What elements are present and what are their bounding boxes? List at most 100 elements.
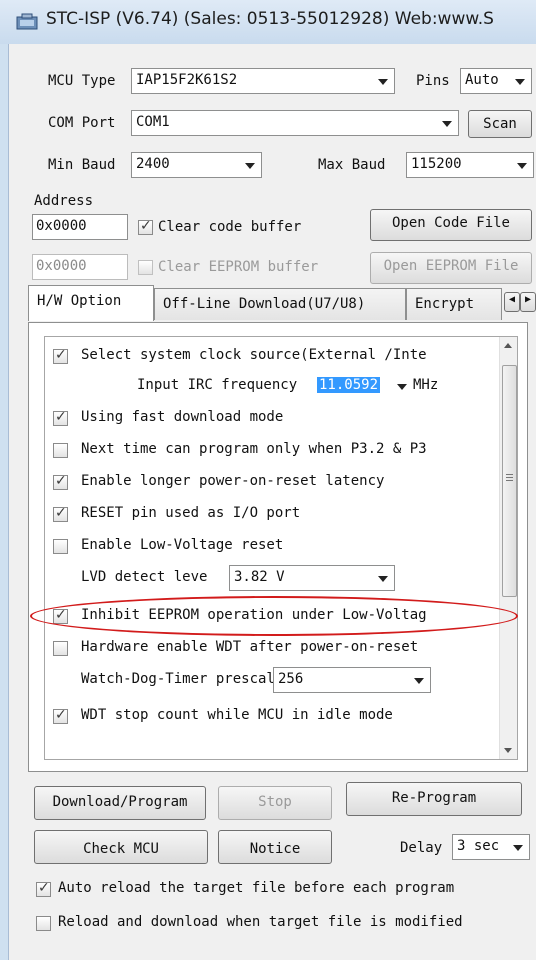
irc-value-input[interactable]: 11.0592 — [317, 377, 381, 393]
option-wdt-prescale: Watch-Dog-Timer prescal 256 — [45, 665, 505, 695]
option-low-voltage[interactable]: Enable Low-Voltage reset — [45, 531, 505, 561]
open-code-file-button[interactable]: Open Code File — [370, 209, 532, 241]
scan-button[interactable]: Scan — [468, 110, 532, 138]
title-bar: STC-ISP (V6.74) (Sales: 0513-55012928) W… — [0, 0, 536, 44]
tab-bar: H/W Option Off-Line Download(U7/U8) Encr… — [28, 285, 536, 322]
irc-unit: MHz — [413, 377, 439, 393]
code-address-value: 0x0000 — [36, 218, 87, 234]
code-address-input[interactable]: 0x0000 — [32, 214, 128, 240]
window-title: STC-ISP (V6.74) (Sales: 0513-55012928) W… — [46, 9, 494, 29]
chevron-down-icon — [378, 79, 388, 85]
re-program-label: Re-Program — [391, 790, 477, 806]
reload-download-checkbox[interactable] — [36, 916, 51, 931]
fast-download-label: Using fast download mode — [81, 409, 284, 425]
pins-value: Auto — [465, 72, 499, 88]
tab-scroll-right-icon[interactable]: ▶ — [520, 292, 536, 312]
option-longer-por[interactable]: Enable longer power-on-reset latency — [45, 467, 505, 497]
longer-por-checkbox[interactable] — [53, 473, 68, 490]
notice-label: Notice — [249, 841, 301, 857]
scrollbar-thumb[interactable] — [502, 365, 517, 597]
option-sys-clock[interactable]: Select system clock source(External /Int… — [45, 341, 505, 371]
options-scrollbar[interactable] — [499, 337, 517, 759]
pins-label: Pins — [416, 73, 450, 89]
wdt-stop-label: WDT stop count while MCU in idle mode — [81, 707, 393, 723]
open-eeprom-file-label: Open EEPROM File — [383, 258, 519, 274]
pins-select[interactable]: Auto — [460, 68, 532, 94]
option-lvd-level: LVD detect leve 3.82 V — [45, 563, 505, 593]
app-icon — [16, 13, 38, 30]
check-mcu-button[interactable]: Check MCU — [34, 830, 208, 864]
chevron-down-icon — [378, 576, 388, 582]
min-baud-select[interactable]: 2400 — [131, 152, 262, 178]
address-label: Address — [34, 193, 94, 209]
open-code-file-label: Open Code File — [391, 215, 510, 231]
min-baud-value: 2400 — [136, 156, 170, 172]
scroll-up-icon[interactable] — [504, 343, 512, 348]
mcu-type-select[interactable]: IAP15F2K61S2 — [131, 68, 395, 94]
irc-label: Input IRC frequency — [137, 377, 298, 393]
fast-download-checkbox[interactable] — [53, 409, 68, 426]
option-hw-wdt[interactable]: Hardware enable WDT after power-on-reset — [45, 633, 505, 663]
wdt-value: 256 — [278, 671, 304, 687]
wdt-select[interactable]: 256 — [273, 667, 431, 693]
eeprom-address-input[interactable]: 0x0000 — [32, 254, 128, 280]
tab-hw-option[interactable]: H/W Option — [28, 285, 154, 321]
hw-wdt-label: Hardware enable WDT after power-on-reset — [81, 639, 419, 655]
grip-icon — [506, 474, 513, 475]
com-port-value: COM1 — [136, 114, 170, 130]
chevron-down-icon — [442, 121, 452, 127]
chevron-down-icon — [513, 845, 523, 851]
mcu-type-value: IAP15F2K61S2 — [136, 72, 238, 88]
chevron-down-icon — [414, 678, 424, 684]
notice-button[interactable]: Notice — [218, 830, 332, 864]
open-eeprom-file-button[interactable]: Open EEPROM File — [370, 252, 532, 284]
longer-por-label: Enable longer power-on-reset latency — [81, 473, 385, 489]
sys-clock-checkbox[interactable] — [53, 347, 68, 364]
scan-button-label: Scan — [483, 116, 517, 132]
reset-pin-label: RESET pin used as I/O port — [81, 505, 301, 521]
next-time-checkbox[interactable] — [53, 443, 68, 458]
max-baud-label: Max Baud — [318, 157, 386, 173]
option-reset-pin[interactable]: RESET pin used as I/O port — [45, 499, 505, 529]
option-wdt-stop[interactable]: WDT stop count while MCU in idle mode — [45, 701, 505, 731]
tab-hw-option-label: H/W Option — [37, 293, 122, 309]
check-mcu-label: Check MCU — [83, 841, 159, 857]
lvd-select[interactable]: 3.82 V — [229, 565, 395, 591]
download-program-button[interactable]: Download/Program — [34, 786, 206, 820]
auto-reload-checkbox[interactable] — [36, 880, 51, 897]
delay-select[interactable]: 3 sec — [452, 834, 530, 860]
chevron-down-icon — [517, 163, 527, 169]
low-voltage-label: Enable Low-Voltage reset — [81, 537, 284, 553]
tab-offline-download[interactable]: Off-Line Download(U7/U8) — [154, 288, 406, 320]
chevron-down-icon — [245, 163, 255, 169]
hw-wdt-checkbox[interactable] — [53, 641, 68, 656]
highlight-annotation-oval — [30, 596, 518, 636]
delay-label: Delay — [400, 840, 443, 856]
download-program-label: Download/Program — [52, 794, 188, 810]
scroll-down-icon[interactable] — [504, 748, 512, 753]
reset-pin-checkbox[interactable] — [53, 505, 68, 522]
com-port-select[interactable]: COM1 — [131, 110, 459, 136]
clear-eeprom-buffer-checkbox[interactable] — [138, 260, 153, 275]
wdt-label: Watch-Dog-Timer prescal — [81, 671, 275, 687]
clear-code-buffer-checkbox[interactable] — [138, 218, 153, 235]
chevron-down-icon[interactable] — [397, 384, 407, 390]
re-program-button[interactable]: Re-Program — [346, 782, 522, 816]
tab-scroll-left-icon[interactable]: ◀ — [504, 292, 520, 312]
option-next-time[interactable]: Next time can program only when P3.2 & P… — [45, 435, 505, 465]
chevron-down-icon — [515, 79, 525, 85]
stop-button[interactable]: Stop — [218, 786, 332, 820]
max-baud-select[interactable]: 115200 — [406, 152, 534, 178]
clear-code-buffer-label: Clear code buffer — [158, 219, 302, 235]
hw-options-list[interactable]: Select system clock source(External /Int… — [44, 336, 518, 760]
low-voltage-checkbox[interactable] — [53, 539, 68, 554]
tab-encrypt-label: Encrypt — [415, 296, 475, 312]
max-baud-value: 115200 — [411, 156, 462, 172]
option-irc-frequency: Input IRC frequency 11.0592 MHz — [45, 371, 505, 401]
tab-encrypt[interactable]: Encrypt — [406, 288, 502, 320]
option-fast-download[interactable]: Using fast download mode — [45, 403, 505, 433]
clear-eeprom-buffer-label: Clear EEPROM buffer — [158, 259, 319, 275]
reload-download-label: Reload and download when target file is … — [58, 914, 463, 930]
wdt-stop-checkbox[interactable] — [53, 707, 68, 724]
lvd-label: LVD detect leve — [81, 569, 208, 585]
